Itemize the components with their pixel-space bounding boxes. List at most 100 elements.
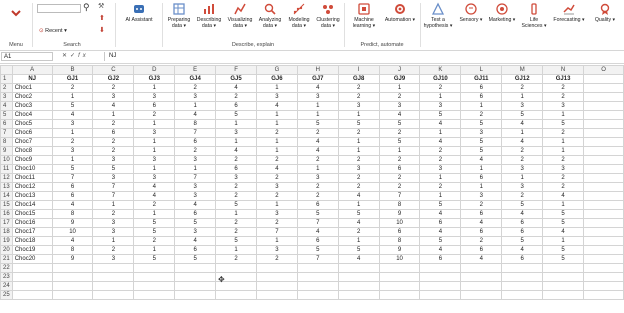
table-cell[interactable]: 3 <box>133 92 176 102</box>
sensory-button[interactable]: Sensory ▾ <box>457 2 485 23</box>
table-cell[interactable]: 7 <box>255 227 298 237</box>
table-cell[interactable]: 4 <box>174 110 217 120</box>
table-cell[interactable] <box>583 209 624 219</box>
table-cell[interactable]: 5 <box>419 236 462 246</box>
table-cell[interactable]: 6 <box>215 164 257 174</box>
table-cell[interactable] <box>583 182 624 192</box>
table-cell[interactable]: 5 <box>542 119 585 129</box>
table-cell[interactable]: 1 <box>337 110 380 120</box>
table-cell[interactable] <box>583 92 624 102</box>
table-cell[interactable]: 1 <box>501 128 544 138</box>
row-header[interactable]: 24 <box>0 281 13 291</box>
row-header[interactable]: 19 <box>0 236 13 246</box>
table-cell[interactable]: 4 <box>378 110 421 120</box>
table-cell[interactable]: 2 <box>215 191 257 201</box>
table-cell[interactable]: 7 <box>296 218 339 228</box>
table-cell[interactable]: 3 <box>460 191 503 201</box>
table-cell[interactable]: 6 <box>378 164 421 174</box>
table-cell[interactable]: 1 <box>542 146 585 156</box>
table-cell[interactable]: 3 <box>92 254 135 264</box>
search-icon[interactable]: ⚲ <box>83 2 90 13</box>
table-cell[interactable]: 1 <box>337 137 380 147</box>
table-cell[interactable]: 6 <box>215 101 257 111</box>
row-header[interactable]: 14 <box>0 191 13 201</box>
table-cell[interactable]: 4 <box>419 227 462 237</box>
table-cell[interactable] <box>255 281 298 291</box>
table-cell[interactable]: 4 <box>174 236 217 246</box>
table-cell[interactable] <box>337 272 380 282</box>
table-cell[interactable]: 3 <box>92 155 135 165</box>
table-cell[interactable] <box>92 290 135 300</box>
table-cell[interactable]: Choc6 <box>11 128 53 138</box>
row-header[interactable]: 7 <box>0 128 13 138</box>
table-cell[interactable]: 5 <box>419 110 462 120</box>
wand-icon[interactable]: ⚒ <box>98 2 104 10</box>
table-cell[interactable]: 2 <box>542 173 585 183</box>
table-cell[interactable]: 2 <box>419 155 462 165</box>
table-cell[interactable]: 2 <box>378 173 421 183</box>
table-cell[interactable]: 3 <box>501 182 544 192</box>
table-cell[interactable]: 1 <box>133 119 176 129</box>
table-cell[interactable]: 1 <box>378 146 421 156</box>
table-cell[interactable]: 5 <box>501 110 544 120</box>
table-cell[interactable] <box>460 290 503 300</box>
table-cell[interactable]: 2 <box>215 92 257 102</box>
table-cell[interactable]: 5 <box>542 218 585 228</box>
table-cell[interactable]: 3 <box>378 101 421 111</box>
table-cell[interactable]: 4 <box>419 137 462 147</box>
table-cell[interactable]: 7 <box>296 254 339 264</box>
table-cell[interactable]: 2 <box>542 182 585 192</box>
table-cell[interactable]: 5 <box>542 209 585 219</box>
table-cell[interactable]: 1 <box>51 128 94 138</box>
table-cell[interactable]: 3 <box>419 101 462 111</box>
table-cell[interactable]: 2 <box>255 254 298 264</box>
table-cell[interactable]: Choc7 <box>11 137 53 147</box>
table-cell[interactable] <box>583 173 624 183</box>
table-cell[interactable]: 5 <box>51 164 94 174</box>
table-cell[interactable]: 2 <box>378 128 421 138</box>
row-header[interactable]: 15 <box>0 200 13 210</box>
table-cell[interactable] <box>51 281 94 291</box>
table-cell[interactable]: 6 <box>296 236 339 246</box>
table-cell[interactable] <box>583 281 624 291</box>
table-cell[interactable]: 1 <box>419 173 462 183</box>
table-cell[interactable]: GJ1 <box>51 74 94 84</box>
table-cell[interactable]: 2 <box>460 110 503 120</box>
row-header[interactable]: 21 <box>0 254 13 264</box>
table-cell[interactable]: 4 <box>501 245 544 255</box>
table-cell[interactable] <box>501 263 544 273</box>
table-cell[interactable]: 2 <box>255 191 298 201</box>
table-cell[interactable]: 7 <box>92 191 135 201</box>
table-cell[interactable] <box>583 263 624 273</box>
table-cell[interactable]: 2 <box>337 128 380 138</box>
table-cell[interactable] <box>337 263 380 273</box>
table-cell[interactable]: 4 <box>215 83 257 93</box>
table-cell[interactable]: 1 <box>92 200 135 210</box>
table-cell[interactable]: 6 <box>460 83 503 93</box>
table-cell[interactable]: 1 <box>542 110 585 120</box>
table-cell[interactable]: 2 <box>378 155 421 165</box>
recent-dropdown[interactable]: ⊙ Recent ▾ <box>39 28 67 34</box>
table-cell[interactable] <box>51 290 94 300</box>
table-cell[interactable] <box>378 290 421 300</box>
machine-learning-button[interactable]: Machine learning ▾ <box>347 2 381 29</box>
table-cell[interactable] <box>583 128 624 138</box>
table-cell[interactable] <box>583 191 624 201</box>
table-cell[interactable]: 1 <box>255 137 298 147</box>
table-cell[interactable]: 1 <box>133 209 176 219</box>
table-cell[interactable]: 6 <box>174 137 217 147</box>
row-header[interactable]: 17 <box>0 218 13 228</box>
table-cell[interactable]: 2 <box>337 83 380 93</box>
table-cell[interactable] <box>583 245 624 255</box>
table-cell[interactable]: 1 <box>460 101 503 111</box>
table-cell[interactable] <box>174 263 217 273</box>
table-cell[interactable] <box>419 290 462 300</box>
table-cell[interactable]: 1 <box>51 155 94 165</box>
table-cell[interactable]: 6 <box>51 182 94 192</box>
table-cell[interactable]: Choc12 <box>11 182 53 192</box>
table-cell[interactable]: NJ <box>11 74 53 84</box>
fx-label[interactable]: fx <box>78 53 89 59</box>
table-cell[interactable]: 4 <box>542 191 585 201</box>
arrow-up-icon[interactable]: ⬆ <box>99 14 105 22</box>
table-cell[interactable]: 7 <box>174 173 217 183</box>
